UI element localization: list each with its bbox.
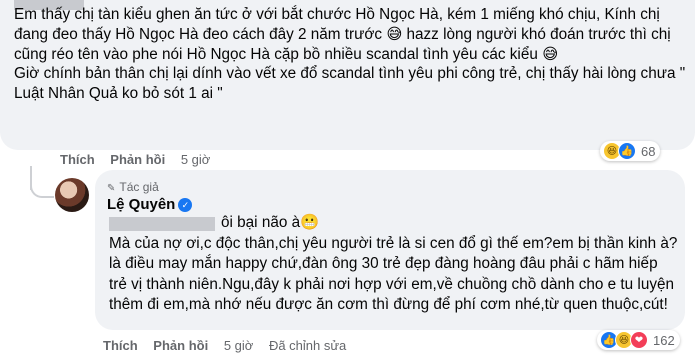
author-badge: ✎ Tác giả [107,180,159,194]
like-button[interactable]: Thích [60,152,95,167]
reaction-summary[interactable]: 😆 👍 68 [600,141,661,161]
comment-bubble: Em thấy chị tàn kiểu ghen ăn tức ở với b… [0,0,695,150]
timestamp[interactable]: 5 giờ [181,152,211,167]
reply-button[interactable]: Phản hồi [153,338,208,353]
reaction-count: 68 [641,143,656,159]
reply-button[interactable]: Phản hồi [110,152,165,167]
timestamp[interactable]: 5 giờ [224,338,254,353]
comment-actions: Thích Phản hồi 5 giờ [60,152,222,167]
reply-text: ôi bại não à😬 Mà của nợ ơi,c độc thân,ch… [109,214,678,314]
author-name[interactable]: Lệ Quyên ✓ [107,196,193,213]
comment-text: Em thấy chị tàn kiểu ghen ăn tức ở với b… [14,6,686,103]
like-button[interactable]: Thích [103,338,138,353]
avatar[interactable] [55,178,89,212]
reply-bubble: ✎ Tác giả Lệ Quyên ✓ ôi bại não à😬 Mà của … [95,170,685,330]
reaction-count: 162 [653,332,675,348]
pen-icon: ✎ [107,183,116,194]
verified-icon: ✓ [178,198,193,212]
reaction-summary[interactable]: 👍 😆 ❤ 162 [597,330,680,350]
thread-connector [30,180,54,198]
like-icon: 👍 [618,142,636,160]
edited-label: Đã chỉnh sửa [268,338,347,353]
reply-actions: Thích Phản hồi 5 giờ Đã chỉnh sửa [103,338,358,353]
love-icon: ❤ [630,331,648,349]
